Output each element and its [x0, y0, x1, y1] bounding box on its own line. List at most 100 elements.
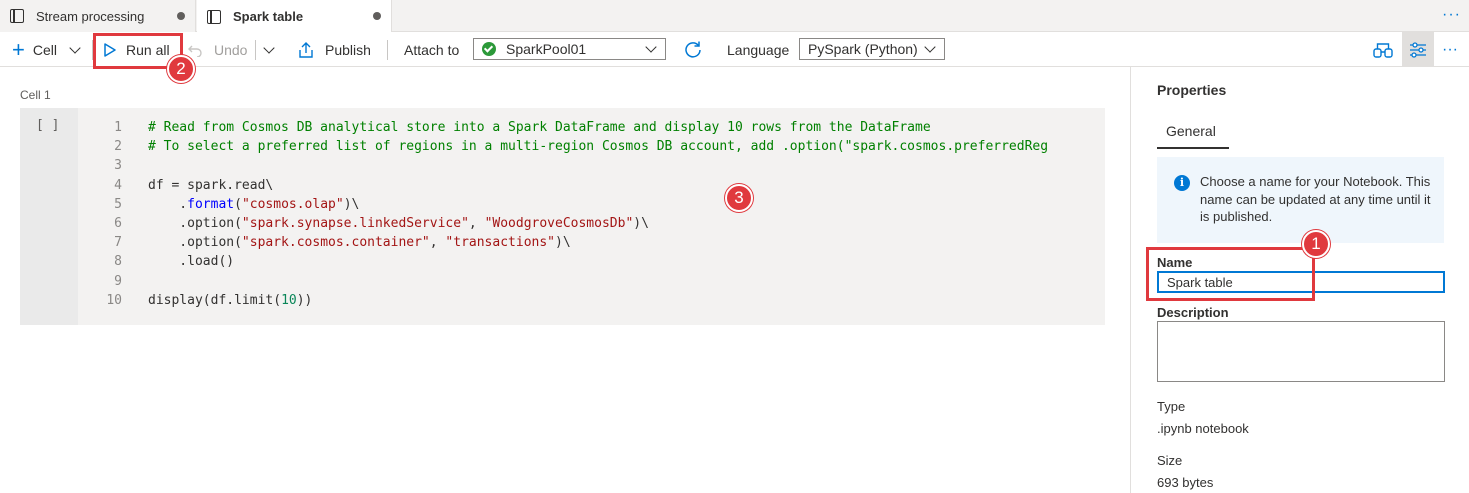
info-icon: i	[1174, 175, 1190, 191]
code-number: 10	[281, 292, 297, 308]
line-number: 1	[114, 120, 122, 135]
unsaved-dot-icon[interactable]	[177, 12, 185, 20]
type-value: .ipynb notebook	[1157, 421, 1249, 436]
execution-count[interactable]: [ ]	[36, 118, 59, 133]
language-label: Language	[727, 41, 790, 58]
code-line: 7 .option("spark.cosmos.container", "tra…	[100, 233, 1048, 252]
spark-pool-select[interactable]: SparkPool01	[473, 38, 666, 60]
more-icon[interactable]: ···	[1442, 6, 1461, 24]
code-line: 5 . format("cosmos.olap")\	[100, 195, 1048, 214]
code-string: "WoodgroveCosmosDb"	[484, 215, 634, 231]
code-string: "spark.synapse.linkedService"	[241, 215, 469, 231]
code-string: "transactions"	[445, 235, 555, 251]
language-value: PySpark (Python)	[808, 41, 918, 57]
tab-general[interactable]: General	[1166, 123, 1216, 139]
notebook-icon	[207, 9, 221, 24]
code-text: )\	[555, 235, 571, 251]
code-comment: # Read from Cosmos DB analytical store i…	[148, 120, 931, 135]
language-select[interactable]: PySpark (Python)	[799, 38, 945, 60]
type-label: Type	[1157, 399, 1186, 414]
code-text: .	[148, 196, 188, 212]
code-function: format	[187, 196, 235, 212]
tab-bar: Stream processing Spark table ···	[0, 0, 1469, 33]
code-text: .load()	[148, 254, 235, 270]
line-number: 8	[114, 254, 122, 270]
line-number: 4	[114, 177, 122, 193]
line-number: 7	[114, 235, 122, 251]
attach-to-label: Attach to	[404, 41, 460, 58]
code-line: 10 display(df.limit(10))	[100, 291, 1048, 310]
code-text: df = spark.read\	[148, 177, 274, 193]
code-line: 3	[100, 156, 1048, 175]
callout-badge-2: 2	[167, 55, 195, 83]
size-value: 693 bytes	[1157, 475, 1214, 490]
properties-toggle-button[interactable]	[1402, 32, 1434, 67]
line-number: 9	[114, 273, 122, 289]
toolbar: + Cell Run all Undo Publish Attach to Sp…	[0, 32, 1469, 67]
code-text: )\	[343, 196, 360, 212]
code-line: 4 df = spark.read\	[100, 176, 1048, 195]
tab-underline	[1157, 147, 1229, 149]
refresh-button[interactable]	[683, 32, 703, 67]
code-line: 1 # Read from Cosmos DB analytical store …	[100, 118, 1048, 137]
code-string: "cosmos.olap"	[241, 196, 344, 212]
divider	[255, 40, 256, 60]
code-text: .option(	[148, 215, 242, 231]
variables-icon	[1373, 42, 1393, 58]
code-text: .option(	[148, 235, 242, 251]
cell-label: Cell	[32, 41, 57, 58]
publish-label: Publish	[325, 41, 371, 58]
divider	[387, 40, 388, 60]
code-editor[interactable]: 1 # Read from Cosmos DB analytical store …	[100, 118, 1048, 310]
cell-title: Cell 1	[20, 88, 51, 102]
callout-badge-1: 1	[1302, 230, 1330, 258]
variables-button[interactable]	[1372, 32, 1394, 67]
plus-icon: +	[12, 36, 25, 62]
line-number: 5	[114, 196, 122, 212]
size-label: Size	[1157, 453, 1183, 468]
chevron-down-icon[interactable]	[69, 41, 81, 54]
code-comment: # To select a preferred list of regions …	[148, 139, 1049, 155]
line-number: 3	[114, 158, 122, 174]
undo-dropdown[interactable]	[263, 32, 275, 67]
code-line: 8 .load()	[100, 252, 1048, 271]
line-number: 6	[114, 215, 122, 231]
line-number: 2	[114, 139, 122, 155]
properties-title: Properties	[1157, 82, 1227, 98]
chevron-down-icon	[263, 41, 275, 54]
code-text: display(df.limit(	[148, 292, 282, 308]
line-number: 10	[106, 292, 122, 308]
undo-icon	[188, 45, 202, 57]
tab-label: Stream processing	[36, 8, 145, 24]
tab-label: Spark table	[233, 9, 304, 24]
code-text: (	[234, 196, 242, 212]
code-text: )\	[633, 215, 649, 231]
refresh-icon	[685, 41, 701, 58]
code-string: "spark.cosmos.container"	[241, 235, 430, 251]
add-cell-button[interactable]: + Cell	[12, 32, 81, 67]
publish-button[interactable]: Publish	[297, 32, 371, 67]
name-highlight	[1146, 247, 1315, 301]
tab-stream-processing[interactable]: Stream processing	[0, 0, 196, 32]
code-text: ,	[429, 235, 446, 251]
description-input[interactable]	[1157, 321, 1445, 382]
settings-icon	[1410, 41, 1426, 58]
more-icon[interactable]: ···	[1442, 32, 1458, 67]
code-cell[interactable]: [ ] 1 # Read from Cosmos DB analytical st…	[20, 108, 1105, 325]
unsaved-dot-icon[interactable]	[373, 12, 381, 20]
code-line: 6 .option("spark.synapse.linkedService",…	[100, 214, 1048, 233]
spark-pool-value: SparkPool01	[506, 41, 587, 57]
code-line: 2 # To select a preferred list of regions…	[100, 137, 1048, 156]
publish-icon	[299, 41, 313, 58]
callout-badge-3: 3	[725, 184, 753, 212]
info-text: Choose a name for your Notebook. This na…	[1200, 174, 1431, 224]
info-banner: i Choose a name for your Notebook. This …	[1157, 157, 1444, 243]
check-circle-icon	[482, 42, 496, 56]
undo-button[interactable]: Undo	[188, 32, 247, 67]
chevron-down-icon	[645, 41, 657, 53]
tab-spark-table[interactable]: Spark table	[197, 0, 392, 33]
cell-gutter: [ ]	[20, 108, 78, 325]
undo-label: Undo	[214, 41, 248, 58]
code-line: 9	[100, 272, 1048, 291]
chevron-down-icon	[924, 41, 936, 53]
